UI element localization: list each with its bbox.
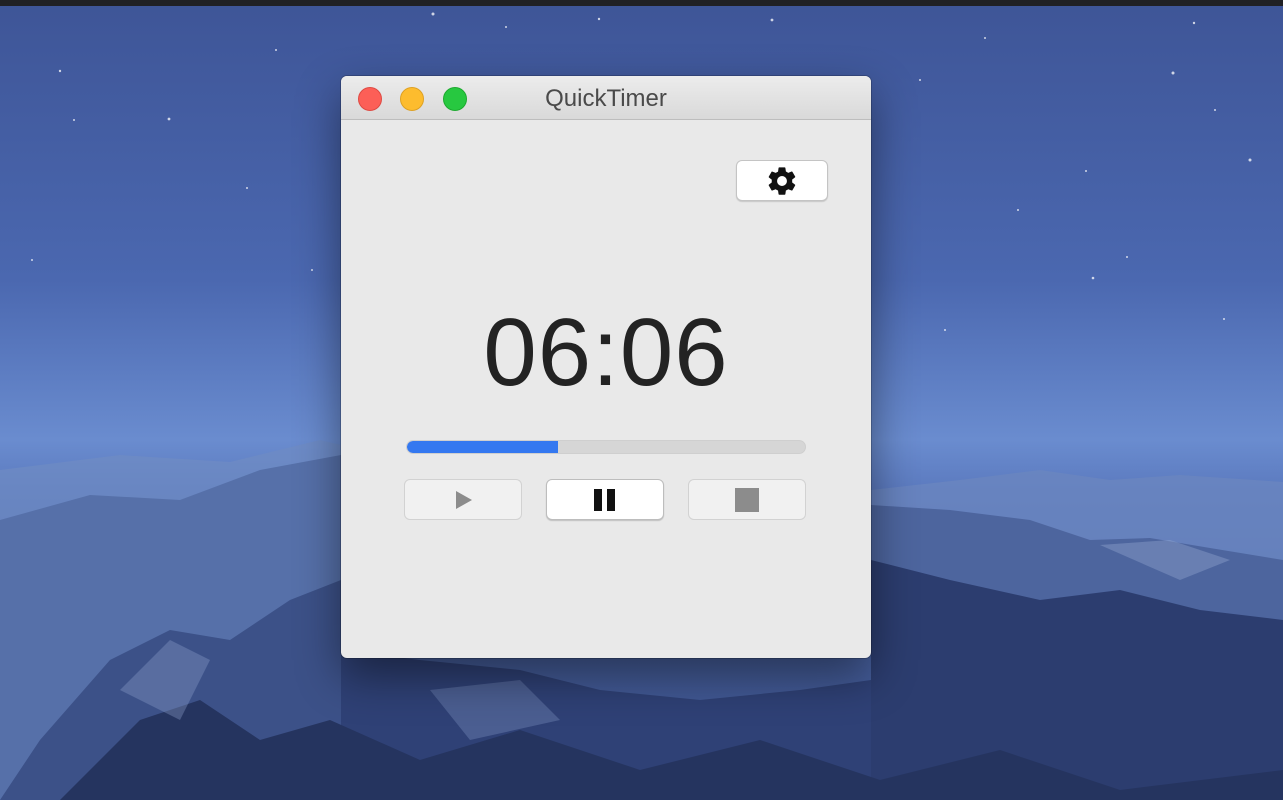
timer-progress-bar — [406, 440, 806, 454]
gear-icon — [768, 166, 796, 195]
timer-progress-fill — [407, 441, 559, 453]
pause-icon — [594, 488, 615, 511]
timer-display: 06:06 — [483, 299, 729, 406]
desktop: QuickTimer 06:06 — [0, 0, 1283, 800]
play-button[interactable] — [404, 479, 522, 520]
window-title: QuickTimer — [545, 85, 667, 112]
stop-button[interactable] — [688, 479, 806, 520]
quicktimer-window: QuickTimer 06:06 — [341, 76, 871, 658]
pause-button[interactable] — [546, 479, 664, 520]
play-icon — [456, 490, 472, 509]
stop-icon — [735, 487, 759, 512]
title-bar[interactable]: QuickTimer — [341, 76, 871, 120]
settings-button[interactable] — [736, 160, 828, 201]
